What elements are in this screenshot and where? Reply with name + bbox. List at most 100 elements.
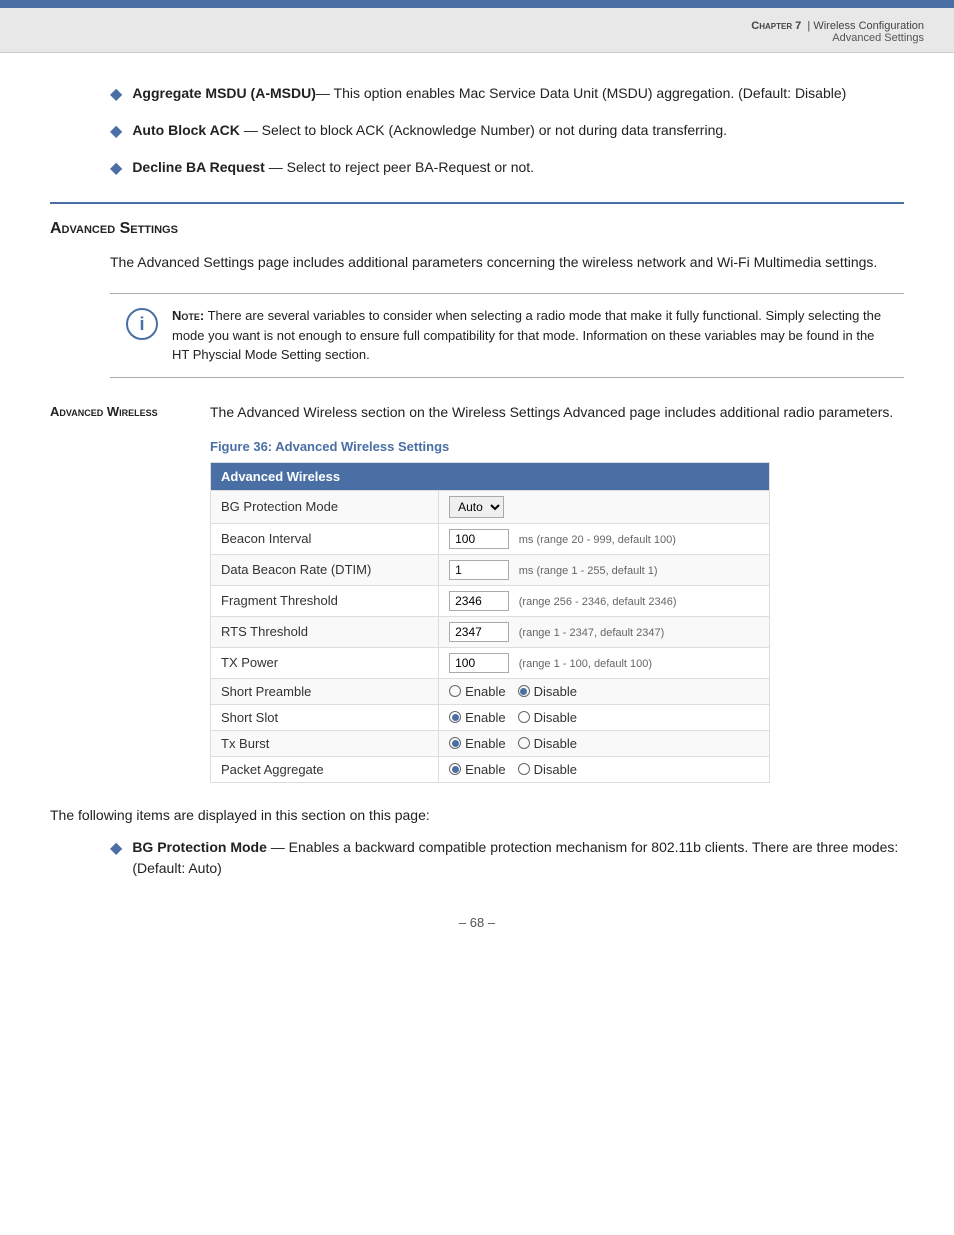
fragment-hint: (range 256 - 2346, default 2346) [519,596,677,608]
short-slot-disable-radio[interactable] [518,711,530,723]
data-beacon-hint: ms (range 1 - 255, default 1) [519,565,658,577]
short-slot-disable-option[interactable]: Disable [518,710,577,725]
table-header-row: Advanced Wireless [211,462,770,490]
page-number: – 68 – [50,895,904,940]
tx-burst-radio-group: Enable Disable [449,736,759,751]
packet-aggregate-enable-option[interactable]: Enable [449,762,505,777]
short-preamble-disable-option[interactable]: Disable [518,684,577,699]
bullet-diamond-3: ◆ [110,158,122,178]
rts-input[interactable] [449,622,509,642]
section-divider [50,202,904,204]
table-row: Tx Burst Enable Disable [211,730,770,756]
field-label-short-preamble: Short Preamble [211,678,439,704]
bullet-text-2: Auto Block ACK — Select to block ACK (Ac… [132,120,727,141]
sub-title: Advanced Settings [30,32,924,44]
advanced-wireless-description: The Advanced Wireless section on the Wir… [210,402,893,423]
field-control-packet-aggregate: Enable Disable [439,756,770,782]
rts-hint: (range 1 - 2347, default 2347) [519,627,665,639]
wireless-table: Advanced Wireless BG Protection Mode Aut… [210,462,770,783]
advanced-settings-heading: Advanced Settings [50,220,904,238]
table-row: Fragment Threshold (range 256 - 2346, de… [211,585,770,616]
short-preamble-disable-radio[interactable] [518,685,530,697]
figure-label: Figure 36: Advanced Wireless Settings [50,439,904,454]
short-preamble-enable-option[interactable]: Enable [449,684,505,699]
following-text: The following items are displayed in thi… [50,807,904,823]
bullet-diamond-2: ◆ [110,121,122,141]
tx-burst-disable-option[interactable]: Disable [518,736,577,751]
table-row: TX Power (range 1 - 100, default 100) [211,647,770,678]
bullet-item-1: ◆ Aggregate MSDU (A-MSDU)— This option e… [50,83,904,104]
short-preamble-enable-radio[interactable] [449,685,461,697]
short-preamble-enable-label: Enable [465,684,505,699]
packet-aggregate-enable-radio[interactable] [449,763,461,775]
short-slot-radio-group: Enable Disable [449,710,759,725]
table-header-cell: Advanced Wireless [211,462,770,490]
following-bullet-1: ◆ BG Protection Mode — Enables a backwar… [50,837,904,879]
chapter-title: | Wireless Configuration [804,20,924,32]
field-control-tx-burst: Enable Disable [439,730,770,756]
tx-power-hint: (range 1 - 100, default 100) [519,658,652,670]
short-slot-enable-option[interactable]: Enable [449,710,505,725]
field-label-packet-aggregate: Packet Aggregate [211,756,439,782]
field-control-beacon-interval: ms (range 20 - 999, default 100) [439,523,770,554]
packet-aggregate-disable-radio[interactable] [518,763,530,775]
note-box: i Note: There are several variables to c… [110,293,904,378]
table-row: Short Preamble Enable Disable [211,678,770,704]
field-label-beacon-interval: Beacon Interval [211,523,439,554]
table-row: Short Slot Enable Disable [211,704,770,730]
short-slot-enable-label: Enable [465,710,505,725]
bullet-text-3: Decline BA Request — Select to reject pe… [132,157,534,178]
bullet-diamond-1: ◆ [110,84,122,104]
bullet-item-3: ◆ Decline BA Request — Select to reject … [50,157,904,178]
field-control-fragment: (range 256 - 2346, default 2346) [439,585,770,616]
content: ◆ Aggregate MSDU (A-MSDU)— This option e… [0,53,954,970]
field-label-rts: RTS Threshold [211,616,439,647]
table-row: Data Beacon Rate (DTIM) ms (range 1 - 25… [211,554,770,585]
chapter-header: Chapter 7 | Wireless Configuration Advan… [0,8,954,53]
field-label-fragment: Fragment Threshold [211,585,439,616]
packet-aggregate-radio-group: Enable Disable [449,762,759,777]
data-beacon-input[interactable] [449,560,509,580]
bg-protection-select[interactable]: Auto On Off [449,496,504,518]
advanced-settings-description: The Advanced Settings page includes addi… [50,252,904,273]
short-slot-disable-label: Disable [534,710,577,725]
field-control-short-slot: Enable Disable [439,704,770,730]
advanced-wireless-row: Advanced Wireless The Advanced Wireless … [50,402,904,423]
field-label-bg-protection: BG Protection Mode [211,490,439,523]
tx-power-input[interactable] [449,653,509,673]
table-container: Advanced Wireless BG Protection Mode Aut… [50,462,904,783]
bullet-text-1: Aggregate MSDU (A-MSDU)— This option ena… [132,83,846,104]
tx-burst-enable-radio[interactable] [449,737,461,749]
following-bullet-diamond-1: ◆ [110,838,122,858]
field-label-data-beacon: Data Beacon Rate (DTIM) [211,554,439,585]
table-row: BG Protection Mode Auto On Off [211,490,770,523]
field-control-bg-protection: Auto On Off [439,490,770,523]
short-slot-enable-radio[interactable] [449,711,461,723]
beacon-interval-input[interactable] [449,529,509,549]
bullet-item-2: ◆ Auto Block ACK — Select to block ACK (… [50,120,904,141]
tx-burst-enable-option[interactable]: Enable [449,736,505,751]
table-row: Beacon Interval ms (range 20 - 999, defa… [211,523,770,554]
tx-burst-disable-radio[interactable] [518,737,530,749]
short-preamble-radio-group: Enable Disable [449,684,759,699]
beacon-interval-hint: ms (range 20 - 999, default 100) [519,534,676,546]
short-preamble-disable-label: Disable [534,684,577,699]
packet-aggregate-disable-option[interactable]: Disable [518,762,577,777]
info-icon: i [126,308,158,340]
field-control-rts: (range 1 - 2347, default 2347) [439,616,770,647]
fragment-input[interactable] [449,591,509,611]
packet-aggregate-disable-label: Disable [534,762,577,777]
note-text: Note: There are several variables to con… [172,306,888,365]
table-row: RTS Threshold (range 1 - 2347, default 2… [211,616,770,647]
field-control-short-preamble: Enable Disable [439,678,770,704]
table-row: Packet Aggregate Enable Disable [211,756,770,782]
advanced-wireless-label: Advanced Wireless [50,402,190,423]
tx-burst-disable-label: Disable [534,736,577,751]
page: Chapter 7 | Wireless Configuration Advan… [0,0,954,1235]
field-control-data-beacon: ms (range 1 - 255, default 1) [439,554,770,585]
tx-burst-enable-label: Enable [465,736,505,751]
field-label-tx-burst: Tx Burst [211,730,439,756]
header-bar [0,0,954,8]
field-label-short-slot: Short Slot [211,704,439,730]
field-label-tx-power: TX Power [211,647,439,678]
